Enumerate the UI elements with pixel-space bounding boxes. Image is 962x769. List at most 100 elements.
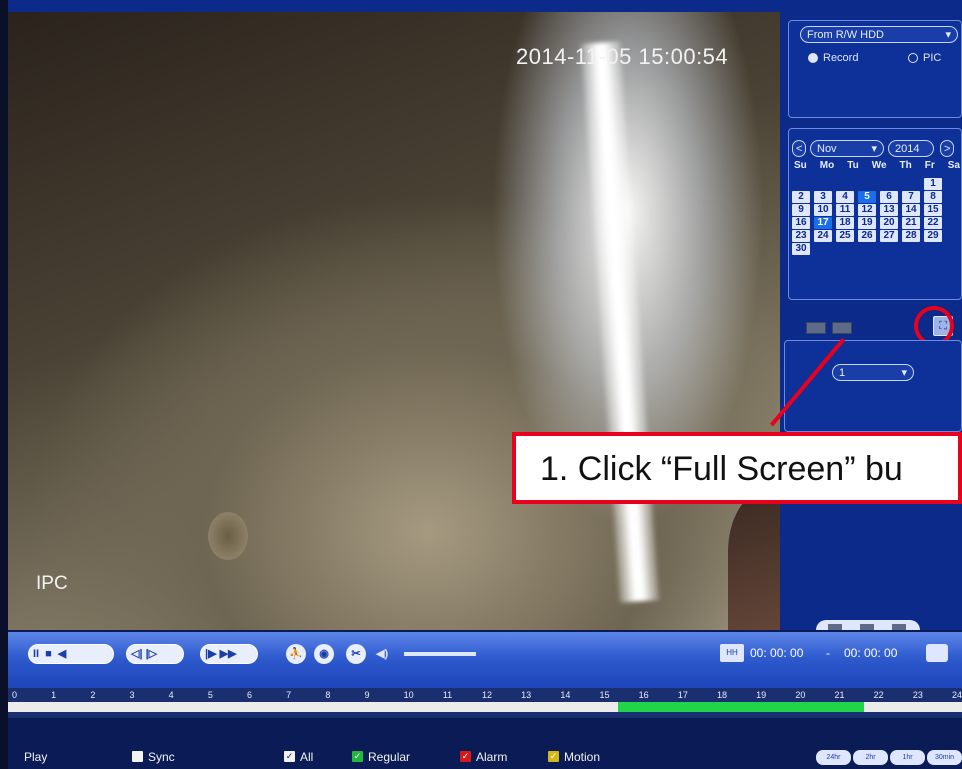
channel-select[interactable]: 1 ▾	[832, 364, 914, 381]
weekday-su: Su	[794, 160, 807, 171]
timeline-hour-22: 22	[873, 690, 884, 700]
timeline-hour-19: 19	[756, 690, 767, 700]
zoom-30min[interactable]: 30min	[927, 750, 962, 765]
calendar-day-14[interactable]: 14	[902, 204, 920, 216]
snapshot-button[interactable]: ◉	[314, 644, 334, 664]
calendar-day-3[interactable]: 3	[814, 191, 832, 203]
timeline-hour-13: 13	[521, 690, 532, 700]
alarm-checkbox[interactable]: ✓	[460, 751, 471, 762]
time-start[interactable]: 00: 00: 00	[750, 646, 803, 660]
smart-search-button[interactable]: ⛹	[286, 644, 306, 664]
timeline-hour-16: 16	[638, 690, 649, 700]
calendar-day-1[interactable]: 1	[924, 178, 942, 190]
chevron-down-icon: ▾	[871, 143, 877, 155]
calendar-day-29[interactable]: 29	[924, 230, 942, 242]
timeline-hour-0: 0	[12, 690, 18, 700]
record-radio-dot	[808, 53, 818, 64]
year-select[interactable]: 2014	[888, 140, 934, 157]
pause-button[interactable]: II	[33, 644, 39, 664]
recorded-segment	[618, 702, 864, 712]
save-icon[interactable]	[926, 644, 948, 662]
video-feed[interactable]	[8, 12, 780, 630]
timeline-hour-8: 8	[325, 690, 331, 700]
chevron-down-icon: ▾	[901, 367, 907, 379]
calendar-day-23[interactable]: 23	[792, 230, 810, 242]
calendar-day-4[interactable]: 4	[836, 191, 854, 203]
alarm-label: Alarm	[476, 750, 508, 764]
month-select[interactable]: Nov ▾	[810, 140, 884, 157]
calendar-day-24[interactable]: 24	[814, 230, 832, 242]
time-end[interactable]: 00: 00: 00	[844, 646, 897, 660]
timeline-hour-6: 6	[247, 690, 253, 700]
timeline-hour-labels: 0 1 2 3 4 5 6 7 8 9 10 11 12 13 14 15 16 17 18 19 20 21 22 23 24	[8, 690, 962, 702]
calendar-day-2[interactable]: 2	[792, 191, 810, 203]
timeline-hour-4: 4	[168, 690, 174, 700]
calendar-day-5[interactable]: 5	[858, 191, 876, 203]
calendar-day-12[interactable]: 12	[858, 204, 876, 216]
timeline-hour-14: 14	[560, 690, 571, 700]
timeline-hour-12: 12	[482, 690, 493, 700]
motion-label: Motion	[564, 750, 601, 764]
regular-checkbox[interactable]: ✓	[352, 751, 363, 762]
calendar-day-8[interactable]: 8	[924, 191, 942, 203]
chevron-down-icon: ▾	[945, 29, 951, 41]
slow-play-button[interactable]: ◁| |▷	[131, 644, 157, 664]
sync-checkbox[interactable]	[132, 751, 143, 762]
time-search-icon[interactable]: HH	[720, 644, 744, 662]
calendar-day-26[interactable]: 26	[858, 230, 876, 242]
calendar-prev-button[interactable]: <	[792, 140, 806, 157]
zoom-24hr[interactable]: 24hr	[816, 750, 851, 765]
recording-track[interactable]	[8, 702, 962, 712]
chevron-right-icon: >	[944, 143, 951, 155]
zoom-2hr[interactable]: 2hr	[853, 750, 888, 765]
layout-quad-icon[interactable]	[832, 322, 852, 334]
calendar-day-6[interactable]: 6	[880, 191, 898, 203]
calendar-day-18[interactable]: 18	[836, 217, 854, 229]
clip-button[interactable]: ✂	[346, 644, 366, 664]
year-value: 2014	[895, 143, 920, 155]
calendar-next-button[interactable]: >	[940, 140, 954, 157]
calendar-day-19[interactable]: 19	[858, 217, 876, 229]
calendar-day-15[interactable]: 15	[924, 204, 942, 216]
calendar-day-13[interactable]: 13	[880, 204, 898, 216]
top-strip	[8, 0, 962, 12]
calendar-day-28[interactable]: 28	[902, 230, 920, 242]
timeline-hour-10: 10	[403, 690, 414, 700]
calendar-day-21[interactable]: 21	[902, 217, 920, 229]
zoom-1hr[interactable]: 1hr	[890, 750, 925, 765]
fast-frame-controls: |▶ ▶▶	[200, 644, 258, 664]
timeline-zoom-options: 24hr 2hr 1hr 30min	[816, 750, 962, 765]
calendar-day-7[interactable]: 7	[902, 191, 920, 203]
calendar-day-16[interactable]: 16	[792, 217, 810, 229]
calendar-day-25[interactable]: 25	[836, 230, 854, 242]
timeline-hour-24: 24	[952, 690, 962, 700]
playback-controls: II ■ ◀	[28, 644, 114, 664]
calendar-day-17[interactable]: 17	[814, 217, 832, 229]
reverse-play-button[interactable]: ◀	[58, 644, 66, 664]
calendar-day-11[interactable]: 11	[836, 204, 854, 216]
calendar-day-30[interactable]: 30	[792, 243, 810, 255]
source-select[interactable]: From R/W HDD ▾	[800, 26, 958, 43]
all-label: All	[300, 750, 314, 764]
channel-select-value: 1	[839, 367, 846, 379]
calendar-day-9[interactable]: 9	[792, 204, 810, 216]
weekday-mo: Mo	[819, 160, 835, 171]
pic-radio[interactable]: PIC	[908, 52, 941, 64]
fast-play-button[interactable]: |▶ ▶▶	[205, 644, 237, 664]
all-checkbox[interactable]: ✓	[284, 751, 295, 762]
timeline-hour-15: 15	[599, 690, 610, 700]
layout-single-icon[interactable]	[806, 322, 826, 334]
record-radio[interactable]: Record	[808, 52, 858, 64]
stop-button[interactable]: ■	[45, 644, 52, 664]
sync-label: Sync	[148, 750, 175, 764]
calendar-day-10[interactable]: 10	[814, 204, 832, 216]
calendar-day-20[interactable]: 20	[880, 217, 898, 229]
calendar-day-22[interactable]: 22	[924, 217, 942, 229]
motion-checkbox[interactable]: ✓	[548, 751, 559, 762]
timeline-hour-2: 2	[90, 690, 96, 700]
calendar-grid: 1 2 3 4 5 6 7 8 9 10 11 12 13 14 15 16 17 18 19 20 21 22 23 24 2…	[792, 178, 960, 255]
calendar-day-27[interactable]: 27	[880, 230, 898, 242]
regular-label: Regular	[368, 750, 411, 764]
volume-icon[interactable]: ◀)	[376, 644, 388, 664]
volume-slider[interactable]	[404, 652, 476, 656]
